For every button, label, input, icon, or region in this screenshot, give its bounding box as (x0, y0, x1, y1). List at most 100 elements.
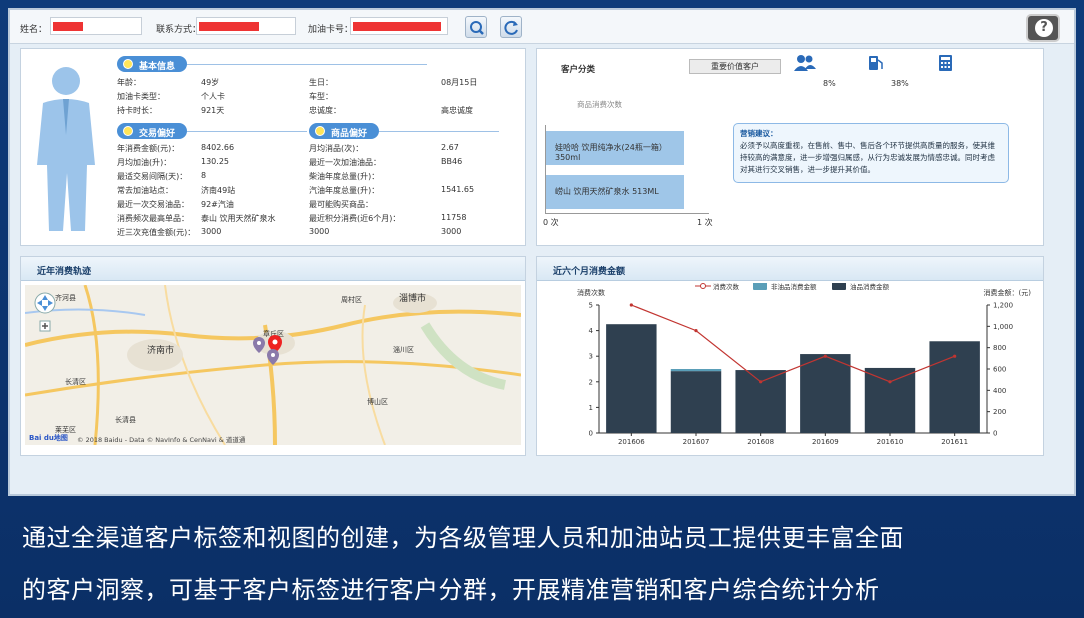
goods-bar[interactable]: 娃哈哈 饮用纯净水(24瓶一箱） 350ml (545, 131, 685, 165)
field-value: 8402.66 (201, 143, 235, 152)
oil-bar (735, 370, 786, 433)
field-label: 最近一次加油油品： (309, 158, 381, 167)
legend-swatch (832, 283, 846, 290)
y2-tick-label: 1,000 (993, 323, 1013, 331)
classify-title: 客户分类 (561, 65, 596, 75)
monthly-consumption-chart: 消费次数 非油品消费金额 油品消费金额消费次数 消费金额：(元)01234502004… (577, 283, 1031, 446)
refresh-icon (504, 20, 518, 35)
baidu-logo: Bai du地图 (29, 434, 68, 442)
field-value: 3000 (201, 227, 222, 236)
y-axis-title: 消费次数 (577, 288, 605, 297)
map-city-label: 博山区 (367, 398, 388, 406)
profile-panel: 基本信息 年龄： 49岁 生日： 08月15日 加油卡类型： 个人卡 车型： 持卡时长： 921… (20, 48, 526, 246)
y2-tick-label: 0 (993, 430, 997, 438)
calculator-icon (939, 55, 952, 71)
field-label: 月均加油(升)： (117, 158, 172, 167)
field-label: 柴油年度总量(升)： (309, 172, 380, 181)
legend-swatch (700, 283, 706, 289)
map-city-label: 淄博市 (399, 294, 427, 304)
nonoil-bar (670, 369, 722, 372)
field-value: 2.67 (441, 143, 459, 152)
tip-title: 营销建议： (740, 129, 778, 138)
classify-panel: 客户分类 重要价值客户 8% 38% 商品消费次数 娃哈哈 饮用纯净水(24瓶一… (536, 48, 1044, 246)
axis-line (545, 125, 546, 213)
map-city-label: 周村区 (341, 296, 362, 304)
count-point (823, 354, 827, 358)
field-value: 130.25 (201, 157, 229, 166)
field-value: 济南49站 (201, 186, 236, 195)
axis-right-label: 1 次 (697, 218, 713, 227)
map-title: 近年消费轨迹 (21, 257, 525, 281)
field-value: 92#汽油 (201, 200, 234, 209)
field-label: 3000 (309, 227, 330, 236)
map-city-label: 长清县 (115, 416, 136, 424)
field-value: 高忠诚度 (441, 106, 473, 115)
field-label: 汽油年度总量(升)： (309, 186, 380, 195)
count-point (759, 380, 763, 384)
field-label: 最近积分消费(近6个月)： (309, 214, 401, 223)
field-label: 最适交易间隔(天)： (117, 172, 188, 181)
monthly-chart-title: 近六个月消费金额 (537, 257, 1043, 281)
field-value: 49岁 (201, 78, 220, 87)
map-city-label: 济南市 (147, 346, 175, 356)
goods-pref-title: 商品偏好 (331, 129, 368, 139)
count-point (888, 380, 892, 384)
map-marker-pins[interactable] (251, 335, 285, 369)
field-label: 消费频次最高单品： (117, 214, 189, 223)
stat-users: 8% (823, 79, 836, 88)
x-tick-label: 201611 (941, 438, 968, 446)
y-tick-label: 4 (589, 327, 594, 335)
map-city-label: 长清区 (65, 378, 86, 386)
field-value: 8 (201, 171, 207, 180)
refresh-button[interactable] (500, 16, 522, 38)
trade-pref-title: 交易偏好 (139, 129, 176, 139)
divider (379, 131, 499, 132)
field-value: 1541.65 (441, 185, 475, 194)
caption-line-1: 通过全渠道客户标签和视图的创建，为各级管理人员和加油站员工提供更丰富全面 (22, 524, 904, 552)
field-label: 车型： (309, 92, 333, 101)
field-value: 08月15日 (441, 78, 478, 87)
y-tick-label: 1 (589, 404, 593, 412)
name-input[interactable] (50, 17, 142, 35)
card-label: 加油卡号： (308, 25, 354, 35)
oil-bar (864, 367, 916, 433)
count-point (694, 329, 698, 333)
axis-left-label: 0 次 (543, 218, 559, 227)
y2-tick-label: 400 (993, 387, 1006, 395)
card-input[interactable] (350, 17, 448, 35)
search-icon (470, 21, 484, 35)
oil-bar (800, 354, 851, 433)
redacted-value (199, 22, 259, 31)
contact-label: 联系方式： (156, 25, 202, 35)
person-silhouette-icon (37, 67, 95, 231)
search-button[interactable] (465, 16, 487, 38)
count-point (953, 354, 957, 358)
field-value: 921天 (201, 106, 225, 115)
oil-bar (670, 371, 722, 433)
help-button[interactable]: ? (1026, 14, 1060, 42)
field-label: 忠诚度： (309, 106, 341, 115)
users-icon (794, 55, 816, 71)
field-label: 生日： (309, 78, 333, 87)
map-panel: 近年消费轨迹 齐河县 济南市 长清区 章丘区 淄博市 周村区 博山区 莱芜区 淄川区 长清县 (20, 256, 526, 456)
field-value: 个人卡 (201, 92, 225, 101)
trade-pref-pill: 交易偏好 (117, 123, 187, 139)
field-label: 年消费金额(元)： (117, 144, 180, 153)
goods-bar[interactable]: 崂山 饮用天然矿泉水 513ML (545, 175, 685, 209)
y-tick-label: 5 (589, 302, 593, 310)
customer-category-button[interactable]: 重要价值客户 (689, 59, 781, 74)
marketing-tip: 营销建议： 必须予以高度重视，在售前、售中、售后各个环节提供高质量的服务，使其维… (733, 123, 1009, 183)
legend-label: 非油品消费金额 (771, 283, 817, 291)
map-zoom-controls[interactable] (33, 291, 59, 351)
y-tick-label: 3 (589, 353, 593, 361)
basic-info-title: 基本信息 (139, 62, 176, 72)
map-canvas[interactable]: 齐河县 济南市 长清区 章丘区 淄博市 周村区 博山区 莱芜区 淄川区 长清县 Bai du地图 … (25, 285, 521, 445)
contact-input[interactable] (196, 17, 296, 35)
field-value: BB46 (441, 157, 463, 166)
field-label: 月均消品(次)： (309, 144, 364, 153)
legend-swatch (753, 283, 767, 290)
y-tick-label: 0 (589, 430, 593, 438)
tip-body: 必须予以高度重视，在售前、售中、售后各个环节提供高质量的服务，使其维持较高的满意… (740, 141, 995, 174)
caption-line-2: 的客户洞察，可基于客户标签进行客户分群，开展精准营销和客户综合统计分析 (22, 576, 880, 604)
y2-tick-label: 600 (993, 366, 1006, 374)
